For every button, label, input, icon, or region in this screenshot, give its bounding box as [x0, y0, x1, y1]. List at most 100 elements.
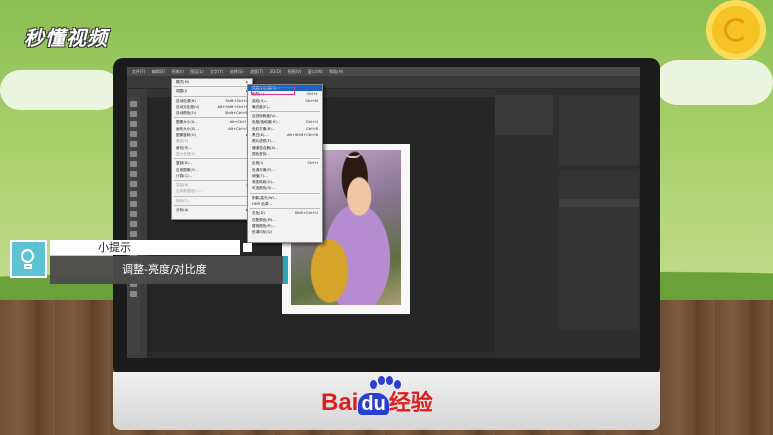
baidu-logo-du: du — [358, 393, 389, 415]
menu-separator — [174, 180, 250, 182]
submenu-item-label: 色彩平衡(B)... — [252, 126, 276, 131]
zoom-tool-icon[interactable] — [130, 291, 137, 297]
dodge-tool-icon[interactable] — [130, 231, 137, 237]
eyedropper-tool-icon[interactable] — [130, 151, 137, 157]
submenu-item-label: 颜色查找... — [252, 151, 270, 156]
menu-item-label: 裁剪(P) — [176, 139, 189, 144]
menu-file[interactable]: 文件(F) — [132, 69, 145, 74]
menu-item-apply-data-set[interactable]: 应用数据组(L)... — [172, 188, 252, 194]
menu-item-adjust[interactable]: 调整(J)▸ — [172, 88, 252, 94]
menu-item-label: 裁切(R)... — [176, 145, 192, 150]
submenu-item-label: 照片滤镜(F)... — [252, 139, 275, 144]
quick-select-tool-icon[interactable] — [130, 131, 137, 137]
image-menu-dropdown: 模式(M)▸ 调整(J)▸ 自动色调(N)Shift+Ctrl+L 自动对比度(… — [171, 78, 253, 220]
healing-tool-icon[interactable] — [130, 161, 137, 167]
menu-item-label: 复制(D)... — [176, 161, 193, 166]
menu-separator — [174, 117, 250, 119]
crop-tool-icon[interactable] — [130, 141, 137, 147]
menu-bar: 文件(F) 编辑(E) 图像(I) 图层(L) 文字(Y) 选择(S) 滤镜(T… — [127, 67, 640, 76]
submenu-item-label: 去色(D) — [252, 211, 265, 216]
menu-item-calculations[interactable]: 计算(C)... — [172, 173, 252, 179]
submenu-item-exposure[interactable]: 曝光度(E)... — [248, 104, 322, 110]
menu-item-label: 变量(B) — [176, 183, 189, 188]
menu-item-shortcut: Shift+Ctrl+B — [224, 111, 248, 116]
eraser-tool-icon[interactable] — [130, 201, 137, 207]
marquee-tool-icon[interactable] — [130, 111, 137, 117]
gradient-tool-icon[interactable] — [130, 211, 137, 217]
menu-separator — [174, 86, 250, 88]
history-brush-tool-icon[interactable] — [130, 191, 137, 197]
submenu-item-label: 匹配颜色(M)... — [252, 217, 276, 222]
baidu-jingyan-logo: Bai du 经验 — [321, 385, 433, 417]
submenu-item-color-lookup[interactable]: 颜色查找... — [248, 151, 322, 157]
tiara-shape — [345, 150, 361, 158]
background-layer-row[interactable] — [559, 199, 639, 207]
menu-item-analysis[interactable]: 分析(A)▸ — [172, 207, 252, 213]
menu-item-label: 陷印(T)... — [176, 198, 192, 203]
menu-separator — [174, 158, 250, 160]
adjustments-submenu: 亮度/对比度(C)... 色阶(L)... Ctrl+L 曲线(U)... Ctrl… — [247, 84, 323, 243]
menu-item-label: 模式(M) — [176, 80, 190, 84]
menu-item-label: 应用数据组(L)... — [176, 189, 203, 194]
status-bar — [147, 352, 497, 358]
brush-tool-icon[interactable] — [130, 171, 137, 177]
blur-tool-icon[interactable] — [130, 221, 137, 227]
bulb-glass — [21, 249, 34, 263]
menu-item-mode[interactable]: 模式(M) ▸ — [172, 79, 252, 85]
menu-filter[interactable]: 滤镜(T) — [250, 69, 264, 74]
menu-image[interactable]: 图像(I) — [172, 69, 184, 74]
lasso-tool-icon[interactable] — [130, 121, 137, 127]
submenu-item-label: 可选颜色(S)... — [252, 186, 275, 191]
menu-separator — [250, 111, 320, 113]
menu-3d[interactable]: 3D(D) — [270, 69, 282, 74]
menu-edit[interactable]: 编辑(E) — [152, 69, 166, 74]
menu-separator — [174, 195, 250, 197]
stamp-tool-icon[interactable] — [130, 181, 137, 187]
submenu-item-label: 色相/饱和度(H)... — [252, 120, 281, 125]
tip-decor-square — [243, 243, 252, 252]
menu-item-label: 调整(J) — [176, 89, 188, 94]
submenu-item-label: 自然饱和度(V)... — [252, 114, 279, 119]
menu-item-trap[interactable]: 陷印(T)... — [172, 198, 252, 204]
menu-separator — [250, 208, 320, 210]
menu-item-label: 图像旋转(G) — [176, 133, 196, 138]
menu-separator — [250, 158, 320, 160]
tip-title: 小提示 — [98, 241, 131, 254]
submenu-item-label: 曲线(U)... — [252, 98, 269, 103]
submenu-item-label: 渐变映射(G)... — [252, 180, 276, 185]
tools-panel — [127, 97, 140, 353]
baidu-logo-bai: Bai — [321, 389, 359, 416]
menu-view[interactable]: 视图(V) — [288, 69, 302, 74]
menu-item-label: 应用图像(Y)... — [176, 167, 199, 172]
submenu-item-equalize[interactable]: 色调均化(Q) — [248, 229, 322, 235]
menu-help[interactable]: 帮助(H) — [329, 69, 343, 74]
menu-item-reveal-all[interactable]: 显示全部(V) — [172, 151, 252, 157]
menu-type[interactable]: 文字(Y) — [210, 69, 224, 74]
menu-separator — [174, 95, 250, 97]
history-panel[interactable] — [495, 95, 553, 135]
highlight-box — [251, 87, 295, 95]
submenu-item-label: 反相(I) — [252, 161, 264, 166]
submenu-item-label: 曝光度(E)... — [252, 104, 272, 109]
menu-item-label: 图像大小(I)... — [176, 120, 198, 125]
sun-swirl-icon — [724, 18, 748, 42]
cloud — [655, 60, 773, 105]
menu-select[interactable]: 选择(S) — [230, 69, 244, 74]
character-panel[interactable] — [559, 95, 639, 165]
layers-panel[interactable] — [559, 171, 639, 331]
submenu-item-selective-color[interactable]: 可选颜色(S)... — [248, 185, 322, 191]
submenu-item-label: 阴影/高光(W)... — [252, 195, 278, 200]
cloud — [0, 70, 120, 110]
menu-layer[interactable]: 图层(L) — [190, 69, 203, 74]
menu-item-label: 计算(C)... — [176, 173, 192, 178]
move-tool-icon[interactable] — [130, 101, 137, 107]
menu-window[interactable]: 窗口(W) — [308, 69, 323, 74]
menu-item-label: 画布大小(S)... — [176, 126, 199, 131]
submenu-item-label: 色调分离(P)... — [252, 167, 275, 172]
menu-item-label: 自动色调(N) — [176, 98, 196, 103]
menu-item-label: 显示全部(V) — [176, 151, 196, 156]
baidu-logo-jingyan: 经验 — [388, 390, 433, 415]
submenu-item-hdr-toning[interactable]: HDR 色调... — [248, 201, 322, 207]
menu-item-auto-color[interactable]: 自动颜色(O) Shift+Ctrl+B — [172, 110, 252, 116]
menu-item-label: 分析(A) — [176, 208, 189, 213]
